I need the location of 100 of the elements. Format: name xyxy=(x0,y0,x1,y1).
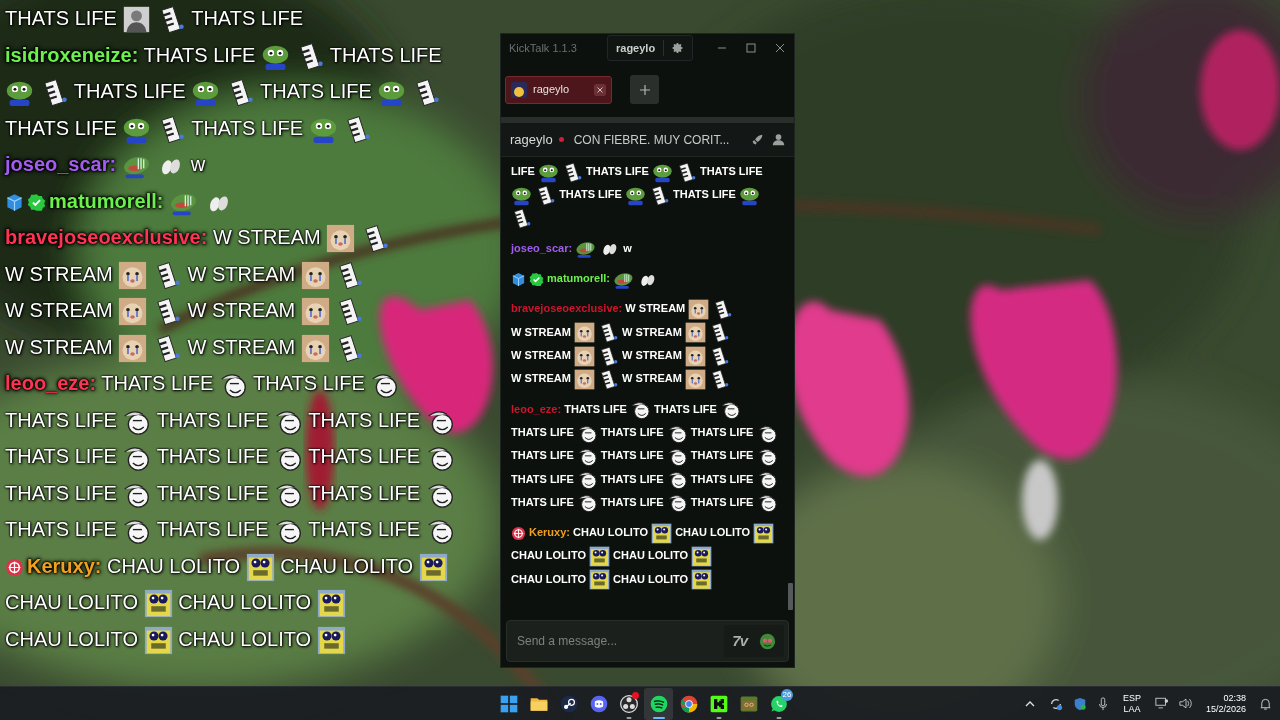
add-tab-button[interactable] xyxy=(630,75,659,104)
running-indicator xyxy=(652,716,665,719)
message-text: THATS LIFE xyxy=(654,402,717,415)
input-language-button[interactable]: ESP LAA xyxy=(1122,692,1141,715)
maximize-icon[interactable] xyxy=(746,43,756,53)
taskbar-app-button[interactable] xyxy=(644,687,673,720)
message-field[interactable]: Send a message... xyxy=(507,632,725,650)
chat-username[interactable]: matumorell: xyxy=(547,272,610,285)
user-icon[interactable] xyxy=(772,133,785,146)
message-text: W STREAM xyxy=(187,299,296,321)
network-icon[interactable] xyxy=(1154,697,1169,710)
message-text: THATS LIFE xyxy=(511,472,574,485)
chat-username[interactable]: matumorell: xyxy=(49,189,164,212)
message-text: LIFE xyxy=(511,165,535,177)
person-emote-icon xyxy=(122,5,152,35)
sponge-emote-icon xyxy=(691,546,713,568)
piano-emote-icon xyxy=(598,322,619,344)
message-text: THATS LIFE xyxy=(690,425,754,438)
troll-face-emote-icon xyxy=(576,469,598,491)
microphone-icon[interactable] xyxy=(1096,696,1109,711)
message-text: THATS LIFE xyxy=(156,518,269,540)
cat-emote-icon xyxy=(573,345,595,367)
clock[interactable]: 02:38 15/2/2026 xyxy=(1205,692,1246,715)
message-text: CHAU LOLITO xyxy=(511,572,586,585)
message-text: THATS LIFE xyxy=(253,372,365,394)
sync-icon[interactable] xyxy=(1048,696,1063,711)
account-switcher[interactable]: rageylo xyxy=(607,35,694,61)
message-text: CHAU LOLITO xyxy=(5,627,138,650)
message-text: THATS LIFE xyxy=(5,481,117,504)
account-name[interactable]: rageylo xyxy=(608,39,664,57)
verified-badge-icon xyxy=(529,271,544,287)
rocket-icon[interactable] xyxy=(751,133,764,146)
cat-emote-icon xyxy=(573,322,595,344)
close-icon[interactable] xyxy=(775,43,785,53)
notification-count: 26 xyxy=(781,688,793,701)
whatsapp-logo-icon xyxy=(768,693,789,714)
piano-emote-icon xyxy=(535,184,557,206)
message-text: THATS LIFE xyxy=(308,518,421,540)
message-text: THATS LIFE xyxy=(156,408,269,431)
piano-emote-icon xyxy=(712,299,734,321)
message-text: THATS LIFE xyxy=(156,445,269,467)
sponge-emote-icon xyxy=(143,589,173,619)
avatar-icon xyxy=(511,81,527,98)
message-text: CHAU LOLITO xyxy=(613,549,689,562)
cat-emote-icon xyxy=(118,333,148,363)
troll-face-emote-icon xyxy=(756,492,778,514)
piano-emote-icon xyxy=(649,184,670,206)
sponge-emote-icon xyxy=(651,522,673,544)
message-text: THATS LIFE xyxy=(586,165,649,177)
cat-emote-icon xyxy=(688,299,710,321)
message-text: THATS LIFE xyxy=(308,408,421,431)
message-text: THATS LIFE xyxy=(191,7,304,29)
piano-emote-icon xyxy=(709,345,731,367)
running-indicator xyxy=(716,716,721,719)
message-text: CHAU LOLITO xyxy=(5,591,138,613)
emote-picker-icon[interactable] xyxy=(759,632,776,650)
chat-username[interactable]: joseo_scar: xyxy=(511,241,573,254)
message-text: CHAU LOLITO xyxy=(280,554,414,577)
piano-emote-icon xyxy=(709,322,731,344)
troll-face-emote-icon xyxy=(756,469,778,491)
chat-username[interactable]: isidroxeneize: xyxy=(5,43,139,66)
cat-emote-icon xyxy=(685,368,707,390)
message-text: w xyxy=(623,241,632,254)
settings-icon[interactable] xyxy=(672,42,685,54)
message-text: W STREAM xyxy=(622,325,682,338)
message-text: THATS LIFE xyxy=(156,481,269,504)
volume-icon[interactable] xyxy=(1178,697,1193,710)
chat-username[interactable]: Keruxy: xyxy=(529,526,570,539)
close-tab-icon[interactable] xyxy=(594,83,606,96)
message-text: THATS LIFE xyxy=(329,43,442,66)
chat-username[interactable]: joseo_scar: xyxy=(5,153,117,175)
channel-tab[interactable]: rageylo xyxy=(505,75,612,104)
target-badge-icon xyxy=(511,525,526,541)
piano-emote-icon xyxy=(709,368,731,390)
message-input[interactable]: Send a message... 7v xyxy=(506,620,789,662)
windows-logo-icon xyxy=(498,693,519,714)
shield-icon[interactable] xyxy=(1072,696,1087,711)
message-text: THATS LIFE xyxy=(101,372,214,394)
discord-logo-icon xyxy=(588,693,609,714)
message-text: W STREAM xyxy=(5,262,113,285)
running-indicator xyxy=(626,716,631,719)
stream-title: CON FIEBRE. MUY CORIT... xyxy=(573,131,730,149)
message-text: W STREAM xyxy=(625,302,686,315)
running-indicator xyxy=(776,716,781,719)
channel-name[interactable]: rageylo xyxy=(510,129,553,150)
emote-provider-button[interactable]: 7v xyxy=(732,629,747,653)
sponge-emote-icon xyxy=(691,569,713,591)
message-text: THATS LIFE xyxy=(511,495,574,508)
sponge-emote-icon xyxy=(589,546,611,568)
plus-icon xyxy=(639,84,650,95)
message-text: THATS LIFE xyxy=(690,495,754,508)
message-text: THATS LIFE xyxy=(259,80,372,102)
kick-logo-icon xyxy=(708,693,729,714)
message-text: THATS LIFE xyxy=(673,188,736,201)
message-text: CHAU LOLITO xyxy=(178,627,312,650)
message-text: THATS LIFE xyxy=(600,425,664,438)
message-text: THATS LIFE xyxy=(5,116,117,139)
message-text: W STREAM xyxy=(511,325,571,338)
message-text: THATS LIFE xyxy=(308,481,421,504)
notification-bell-icon[interactable] xyxy=(1259,696,1272,711)
